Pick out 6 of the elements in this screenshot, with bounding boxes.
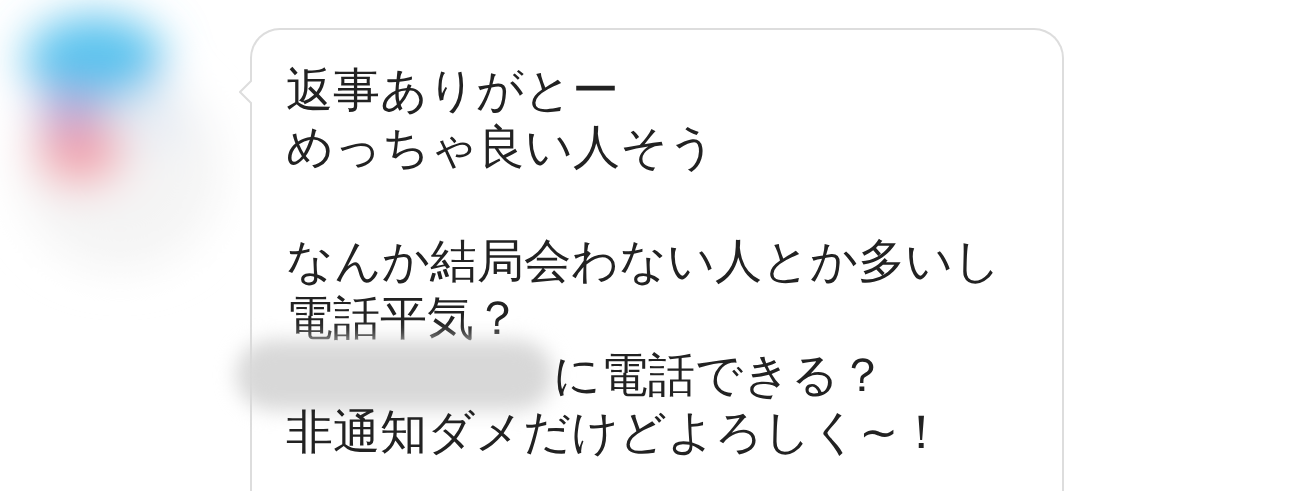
message-line: 非通知ダメだけどよろしく~！ (286, 403, 946, 460)
message-line: めっちゃ良い人そう (286, 118, 716, 175)
message-line: 電話平気？ (286, 289, 521, 346)
message-line: なんか結局会わない人とか多いし (286, 232, 1001, 289)
message-line: に電話できる？ (553, 346, 886, 403)
message-line: 返事ありがとー (286, 61, 619, 118)
